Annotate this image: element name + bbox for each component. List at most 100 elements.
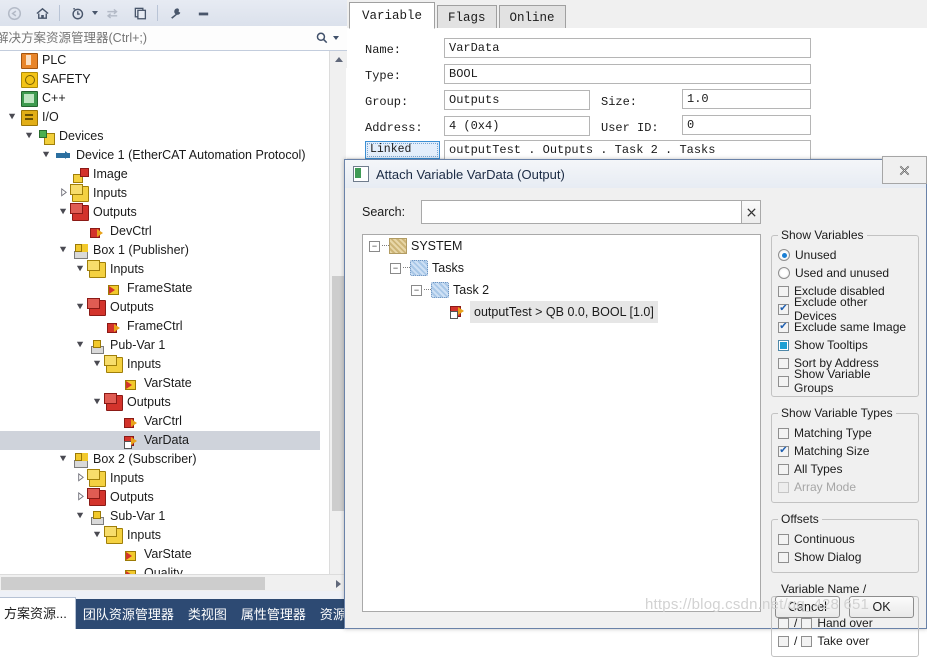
tree-item-vardata[interactable]: VarData xyxy=(0,431,320,450)
linked-to-button[interactable]: Linked to.. xyxy=(365,141,440,172)
checkbox-exclude-disabled[interactable] xyxy=(778,285,789,297)
name-field[interactable]: VarData xyxy=(444,38,811,58)
address-field[interactable]: 4 (0x4) xyxy=(444,116,590,136)
checkbox-matching-type[interactable] xyxy=(778,427,789,439)
cancel-button[interactable]: Cancel xyxy=(775,596,840,618)
option-row[interactable]: Show Variable Groups xyxy=(778,367,912,395)
tree-item-plc[interactable]: PLC xyxy=(0,51,320,70)
tree-item-box-1-publisher[interactable]: Box 1 (Publisher) xyxy=(0,241,320,260)
radio-unused[interactable] xyxy=(778,249,790,261)
bottom-tab-3[interactable]: 属性管理器 xyxy=(234,599,313,629)
tree-item-outputs[interactable]: Outputs xyxy=(0,487,320,507)
expander-open-icon[interactable] xyxy=(72,336,88,355)
checkbox-all-types[interactable] xyxy=(778,463,789,475)
tree-item-inputs[interactable]: Inputs xyxy=(0,183,320,203)
tree-item-framectrl[interactable]: FrameCtrl xyxy=(0,317,320,336)
type-field[interactable]: BOOL xyxy=(444,64,811,84)
option-row[interactable]: Exclude other Devices xyxy=(778,295,912,323)
option-row[interactable]: Exclude same Image xyxy=(778,318,912,336)
checkbox-array-mode[interactable] xyxy=(778,481,789,493)
clear-search-icon[interactable] xyxy=(741,200,761,224)
dialog-search-box[interactable] xyxy=(421,200,761,224)
checkbox-name-hand-over[interactable] xyxy=(778,617,789,629)
tree-item-i-o[interactable]: I/O xyxy=(0,108,320,127)
tree-item-devctrl[interactable]: DevCtrl xyxy=(0,222,320,241)
variable-tabstrip[interactable]: Variable Flags Online xyxy=(347,0,927,29)
tree-item-safety[interactable]: SAFETY xyxy=(0,70,320,89)
tab-online[interactable]: Online xyxy=(498,5,566,29)
checkbox-exclude-same-image[interactable] xyxy=(778,321,789,333)
option-row[interactable]: Show Tooltips xyxy=(778,336,912,354)
new-window-icon[interactable] xyxy=(127,2,153,24)
checkbox-comment-hand-over[interactable] xyxy=(801,617,813,629)
dialog-tree-item[interactable]: − SYSTEM xyxy=(363,235,760,257)
tree-item-c[interactable]: C++ xyxy=(0,89,320,108)
option-row[interactable]: / Take over xyxy=(778,632,912,650)
tree-item-outputs[interactable]: Outputs xyxy=(0,297,320,317)
chevron-down-icon[interactable] xyxy=(92,11,98,15)
checkbox-sort-by-address[interactable] xyxy=(778,357,789,369)
expander-collapse-icon[interactable]: − xyxy=(369,240,380,252)
solution-explorer-search[interactable] xyxy=(0,26,347,51)
userid-field[interactable]: 0 xyxy=(682,115,811,135)
tree-item-varstate[interactable]: VarState xyxy=(0,545,320,564)
tree-item-outputs[interactable]: Outputs xyxy=(0,202,320,222)
close-icon[interactable] xyxy=(882,156,927,184)
tree-item-inputs[interactable]: Inputs xyxy=(0,354,320,374)
expander-open-icon[interactable] xyxy=(21,127,37,146)
solution-explorer-bottom-tabs[interactable]: 方案资源...团队资源管理器类视图属性管理器资源视图 xyxy=(0,597,372,629)
dialog-tree-item[interactable]: − Tasks xyxy=(363,257,760,279)
option-row[interactable]: Unused xyxy=(778,246,912,264)
search-dropdown-icon[interactable] xyxy=(333,36,339,40)
tab-variable[interactable]: Variable xyxy=(349,2,436,29)
expander-open-icon[interactable] xyxy=(4,108,20,127)
option-row[interactable]: Show Dialog xyxy=(778,548,912,566)
expander-collapse-icon[interactable]: − xyxy=(390,262,401,274)
collapse-all-icon[interactable] xyxy=(190,2,216,24)
tree-item-pub-var-1[interactable]: Pub-Var 1 xyxy=(0,336,320,355)
scroll-up-icon[interactable] xyxy=(330,51,347,68)
checkbox-continuous[interactable] xyxy=(778,533,789,545)
search-input[interactable] xyxy=(0,30,311,46)
expander-open-icon[interactable] xyxy=(72,507,88,526)
sync-icon[interactable] xyxy=(99,2,125,24)
option-row[interactable]: Matching Size xyxy=(778,442,912,460)
linked-to-field[interactable]: outputTest . Outputs . Task 2 . Tasks xyxy=(444,140,811,160)
tree-item-varctrl[interactable]: VarCtrl xyxy=(0,412,320,431)
ok-button[interactable]: OK xyxy=(849,596,914,618)
dialog-titlebar[interactable]: Attach Variable VarData (Output) xyxy=(345,160,926,188)
dialog-variable-tree[interactable]: − SYSTEM − Tasks − Task 2 outputTest > QB 0.0,… xyxy=(362,234,761,612)
tree-item-inputs[interactable]: Inputs xyxy=(0,259,320,279)
checkbox-name-take-over[interactable] xyxy=(778,635,789,647)
group-field[interactable]: Outputs xyxy=(444,90,590,110)
tree-item-framestate[interactable]: FrameState xyxy=(0,279,320,298)
tree-item-inputs[interactable]: Inputs xyxy=(0,468,320,488)
bottom-tab-1[interactable]: 团队资源管理器 xyxy=(76,599,181,629)
option-row[interactable]: All Types xyxy=(778,460,912,478)
tree-item-inputs[interactable]: Inputs xyxy=(0,525,320,545)
tree-item-image[interactable]: Image xyxy=(0,165,320,184)
tab-flags[interactable]: Flags xyxy=(437,5,497,29)
tree-item-outputs[interactable]: Outputs xyxy=(0,392,320,412)
expander-open-icon[interactable] xyxy=(38,146,54,165)
checkbox-show-variable-groups[interactable] xyxy=(778,375,789,387)
expander-open-icon[interactable] xyxy=(55,450,71,469)
option-row[interactable]: Used and unused xyxy=(778,264,912,282)
properties-icon[interactable] xyxy=(162,2,188,24)
tree-item-device-1-ethercat-automation-protocol[interactable]: Device 1 (EtherCAT Automation Protocol) xyxy=(0,146,320,165)
home-icon[interactable] xyxy=(29,2,55,24)
tree-item-box-2-subscriber[interactable]: Box 2 (Subscriber) xyxy=(0,450,320,469)
checkbox-show-tooltips[interactable] xyxy=(778,339,789,351)
checkbox-comment-take-over[interactable] xyxy=(801,635,813,647)
radio-used-and-unused[interactable] xyxy=(778,267,790,279)
option-row[interactable]: Continuous xyxy=(778,530,912,548)
checkbox-matching-size[interactable] xyxy=(778,445,789,457)
checkbox-exclude-other-devices[interactable] xyxy=(778,303,789,315)
expander-collapse-icon[interactable]: − xyxy=(411,284,422,296)
dialog-tree-item[interactable]: − Task 2 xyxy=(363,279,760,301)
dialog-search-input[interactable] xyxy=(422,201,760,223)
expander-open-icon[interactable] xyxy=(55,241,71,260)
tree-item-devices[interactable]: Devices xyxy=(0,127,320,146)
bottom-tab-2[interactable]: 类视图 xyxy=(181,599,234,629)
horizontal-scroll-thumb[interactable] xyxy=(1,577,265,590)
